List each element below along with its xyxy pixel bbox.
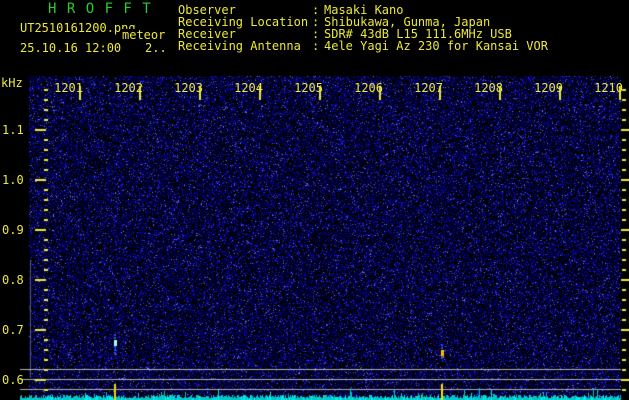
y-tick-label: 0.6	[2, 373, 24, 387]
x-tick-label: 1209	[534, 81, 563, 95]
x-tick-label: 1206	[354, 81, 383, 95]
y-tick-label: 0.8	[2, 273, 24, 287]
x-tick-label: 1208	[474, 81, 503, 95]
x-tick-label: 1204	[234, 81, 263, 95]
x-tick-label: 1207	[414, 81, 443, 95]
y-tick-label: 1.1	[2, 123, 24, 137]
echo-counter: 2..	[145, 41, 167, 55]
y-tick-label: 1.0	[2, 173, 24, 187]
x-tick-label: 1202	[114, 81, 143, 95]
datetime-label: 25.10.16 12:00	[20, 41, 122, 55]
y-tick-label: 0.9	[2, 223, 24, 237]
info-row: Receiving Antenna:4ele Yagi Az 230 for K…	[178, 40, 548, 52]
y-tick-label: 0.7	[2, 323, 24, 337]
info-colon: :	[312, 39, 320, 53]
hrofft-window: H R O F F T UT2510161200.png meteor 25.1…	[0, 0, 629, 400]
x-tick-label: 1203	[174, 81, 203, 95]
x-tick-label: 1201	[54, 81, 83, 95]
output-filename: UT2510161200.png	[20, 21, 136, 35]
y-axis-unit-label: kHz	[1, 76, 23, 90]
station-info-block: Observer: Masaki Kano Receiving Location: S…	[178, 4, 548, 52]
station-label: meteor	[121, 28, 167, 42]
app-title: H R O F F T	[48, 1, 152, 17]
spectrogram-canvas	[0, 0, 629, 400]
info-value: 4ele Yagi Az 230 for Kansai VOR	[324, 39, 548, 53]
info-label: Receiving Antenna	[178, 39, 301, 53]
x-tick-label: 1210	[594, 81, 623, 95]
x-tick-label: 1205	[294, 81, 323, 95]
